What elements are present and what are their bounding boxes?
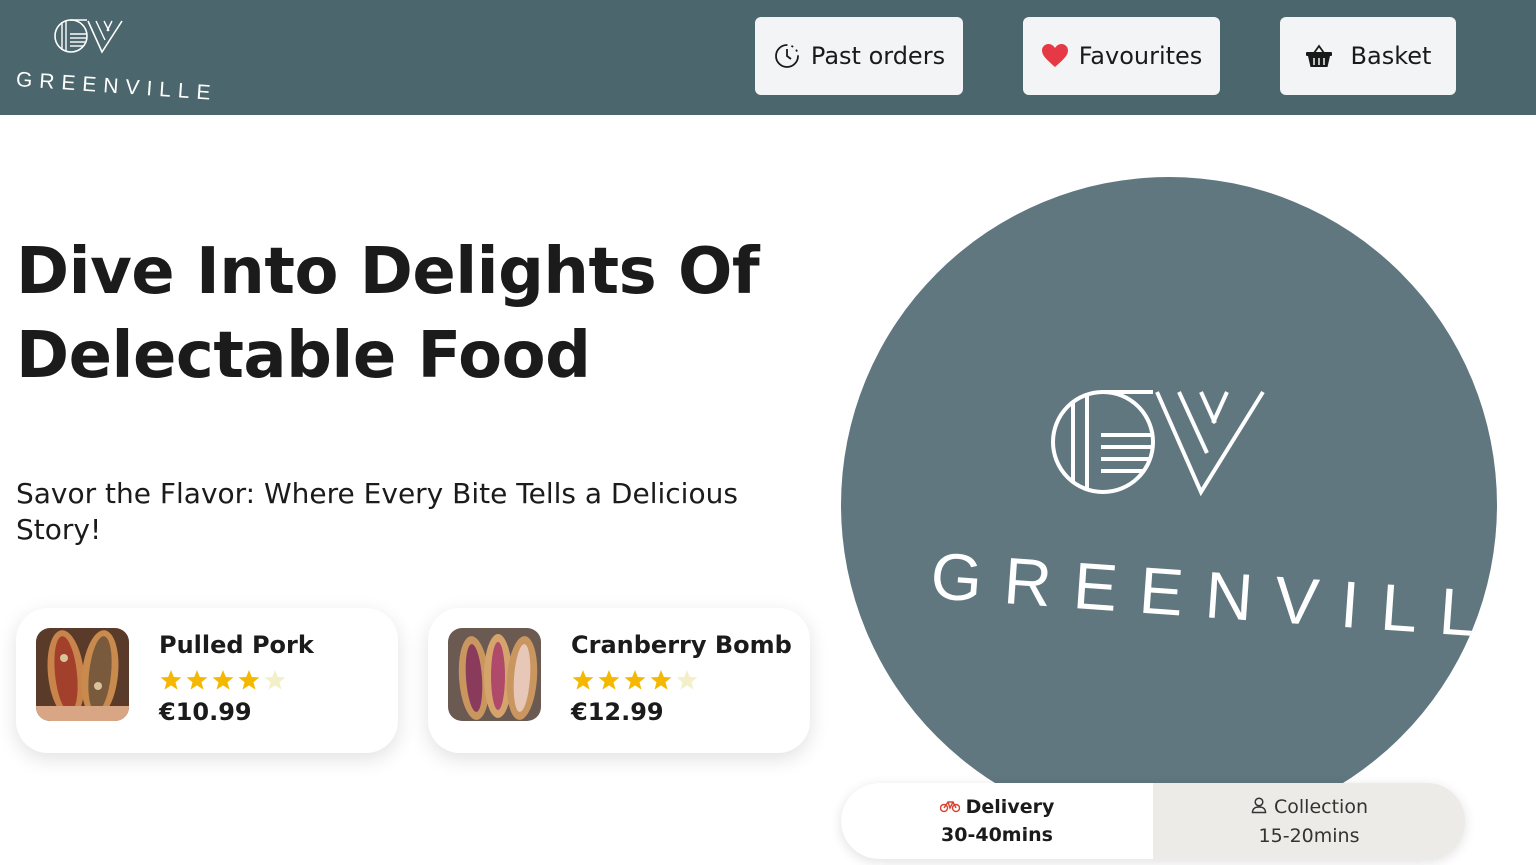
past-orders-button[interactable]: Past orders	[755, 17, 963, 95]
featured-item-card[interactable]: Cranberry Bomb €12.99	[428, 608, 810, 753]
delivery-time: 30-40mins	[941, 824, 1053, 846]
star-rating	[571, 669, 699, 695]
star-icon	[237, 669, 261, 695]
collection-option[interactable]: Collection 15-20mins	[1153, 783, 1465, 859]
gv-monogram-icon	[54, 19, 123, 54]
item-name: Cranberry Bomb	[571, 631, 792, 659]
item-price: €12.99	[571, 698, 664, 726]
basket-button[interactable]: Basket	[1280, 17, 1456, 95]
favourites-label: Favourites	[1078, 42, 1203, 70]
collection-time: 15-20mins	[1258, 824, 1360, 847]
brand-wordmark: GREENVILLE	[15, 68, 219, 106]
star-icon	[571, 669, 595, 695]
item-price: €10.99	[159, 698, 252, 726]
hero-title: Dive Into Delights Of Delectable Food	[16, 235, 760, 393]
bike-icon	[939, 796, 960, 818]
hero-subtitle: Savor the Flavor: Where Every Bite Tells…	[16, 477, 738, 546]
heart-icon	[1041, 42, 1069, 70]
brand-wordmark-large: GREENVILLE	[928, 538, 1497, 657]
star-empty-icon	[675, 669, 699, 695]
brand-logo[interactable]: GREENVILLE	[14, 14, 218, 105]
past-orders-label: Past orders	[810, 42, 946, 70]
featured-item-card[interactable]: Pulled Pork €10.99	[16, 608, 398, 753]
top-header: GREENVILLE Past orders Favourites Basket	[0, 0, 1536, 115]
fulfilment-toggle: Delivery 30-40mins Collection 15-20mins	[841, 783, 1465, 859]
star-icon	[597, 669, 621, 695]
star-empty-icon	[263, 669, 287, 695]
star-icon	[159, 669, 183, 695]
basket-label: Basket	[1350, 42, 1432, 70]
delivery-option[interactable]: Delivery 30-40mins	[841, 783, 1153, 859]
brand-hero-circle: GREENVILLE	[841, 177, 1497, 833]
clock-icon	[773, 42, 801, 70]
star-rating	[159, 669, 287, 695]
food-photo	[448, 628, 541, 721]
star-icon	[623, 669, 647, 695]
collection-label: Collection	[1274, 796, 1368, 818]
delivery-label: Delivery	[965, 796, 1055, 818]
person-icon	[1250, 796, 1268, 819]
gv-monogram-icon	[1051, 390, 1265, 497]
basket-icon	[1305, 42, 1333, 70]
star-icon	[185, 669, 209, 695]
star-icon	[649, 669, 673, 695]
item-name: Pulled Pork	[159, 631, 314, 659]
food-photo	[36, 628, 129, 721]
favourites-button[interactable]: Favourites	[1023, 17, 1220, 95]
star-icon	[211, 669, 235, 695]
